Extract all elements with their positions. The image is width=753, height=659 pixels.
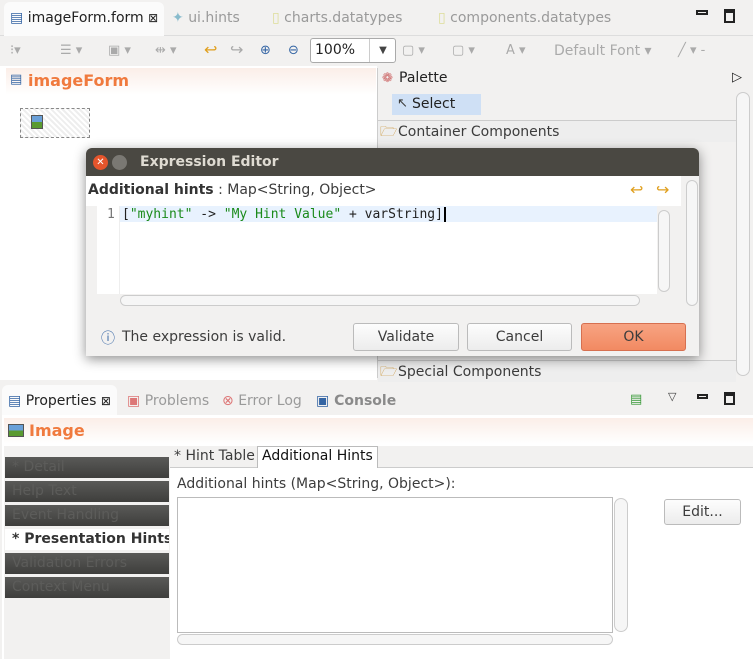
ok-button[interactable]: OK <box>581 323 686 351</box>
section-detail[interactable]: * Detail <box>5 457 169 478</box>
editor-vscroll[interactable] <box>658 210 670 292</box>
line-color-icon[interactable]: ▢ ▾ <box>452 43 475 58</box>
section-context-menu[interactable]: Context Menu <box>5 577 169 598</box>
tab-ui-hints[interactable]: ✦ ui.hints <box>172 6 240 30</box>
line-style-icon[interactable]: ╱ ▾ - <box>678 43 705 58</box>
subtab-additional-hints[interactable]: Additional Hints <box>257 446 378 468</box>
redo-icon[interactable]: ↪ <box>656 180 669 199</box>
edit-button[interactable]: Edit... <box>664 499 741 525</box>
align-icon[interactable]: ⁝▾ <box>10 43 21 58</box>
folder-icon: 🗁 <box>380 364 398 380</box>
form-file-icon: ▤ <box>10 10 24 26</box>
undo-icon[interactable]: ↩ <box>630 180 643 199</box>
image-widget-selected[interactable] <box>20 108 90 138</box>
match-size-icon[interactable]: ☰ ▾ <box>60 43 82 58</box>
problems-icon: ▣ <box>127 393 141 409</box>
cancel-button[interactable]: Cancel <box>467 323 572 351</box>
font-selector[interactable]: Default Font ▾ <box>554 43 652 59</box>
expression-editor[interactable]: 1 ["myhint" -> "My Hint Value" + varStri… <box>97 206 657 294</box>
console-icon: ▣ <box>316 393 330 409</box>
editor-hscroll[interactable] <box>120 295 640 306</box>
file-icon: ▯ <box>272 10 280 26</box>
editor-tab-bar: ▤ imageForm.form ⊠ ✦ ui.hints ▯ charts.d… <box>0 0 753 36</box>
palette-scrollbar[interactable] <box>736 92 750 376</box>
close-icon[interactable]: ⊠ <box>101 394 111 408</box>
drawer-container-components[interactable]: 🗁 Container Components <box>378 120 736 142</box>
pin-icon[interactable]: ▤ <box>630 392 642 407</box>
arrange-icon[interactable]: ▣ ▾ <box>108 43 131 58</box>
drawer-special-components[interactable]: 🗁 Special Components <box>378 360 736 382</box>
tab-properties[interactable]: ▤ Properties ⊠ <box>2 385 117 417</box>
chevron-down-icon[interactable]: ▼ <box>369 39 396 62</box>
minimize-icon[interactable] <box>696 10 708 15</box>
expression-editor-dialog: ✕ Expression Editor Additional hints : M… <box>86 148 699 356</box>
minimize-icon[interactable] <box>697 394 708 399</box>
subtab-hint-table[interactable]: * Hint Table <box>174 448 255 464</box>
tab-console[interactable]: ▣ Console <box>316 389 396 413</box>
pointer-icon: ↖ <box>397 96 408 111</box>
section-presentation-hints[interactable]: * Presentation Hints <box>5 529 169 550</box>
section-event-handling[interactable]: Event Handling <box>5 505 169 526</box>
tab-charts-datatypes[interactable]: ▯ charts.datatypes <box>272 6 402 30</box>
dialog-scrollbar[interactable] <box>686 180 698 306</box>
dialog-header: Additional hints : Map<String, Object> ↩… <box>86 176 681 206</box>
image-icon <box>8 424 24 437</box>
form-icon: ▤ <box>10 72 23 87</box>
zoom-combo[interactable]: 100% ▼ <box>310 38 396 63</box>
tab-error-log[interactable]: ⊗ Error Log <box>222 389 302 413</box>
maximize-icon[interactable] <box>724 9 735 23</box>
palette-icon: ❁ <box>382 71 393 86</box>
view-menu-icon[interactable]: ▽ <box>668 390 676 403</box>
distribute-icon[interactable]: ⇹ ▾ <box>155 43 177 58</box>
properties-header: Image <box>4 418 753 444</box>
tab-imageform[interactable]: ▤ imageForm.form ⊠ <box>4 2 165 36</box>
form-header: ▤ imageForm <box>6 68 376 95</box>
validate-button[interactable]: Validate <box>353 323 459 351</box>
section-validation-errors[interactable]: Validation Errors <box>5 553 169 574</box>
folder-icon: 🗁 <box>380 124 398 140</box>
close-icon[interactable]: ✕ <box>93 155 108 170</box>
additional-hints-textarea[interactable] <box>177 497 613 633</box>
view-tab-bar: ▤ Properties ⊠ ▣ Problems ⊗ Error Log ▣ … <box>0 383 753 417</box>
redo-icon[interactable]: ↪ <box>230 40 243 59</box>
maximize-icon[interactable] <box>112 155 127 170</box>
tab-problems[interactable]: ▣ Problems <box>127 389 209 413</box>
textarea-hscroll[interactable] <box>177 634 613 645</box>
dialog-title-bar: ✕ Expression Editor <box>86 148 699 176</box>
maximize-icon[interactable] <box>724 392 735 405</box>
font-color-icon[interactable]: A ▾ <box>506 43 526 58</box>
collapse-palette-icon[interactable]: ▷ <box>732 70 742 85</box>
textarea-vscroll[interactable] <box>614 498 628 632</box>
properties-icon: ▤ <box>8 393 22 409</box>
section-help-text[interactable]: Help Text <box>5 481 169 502</box>
undo-icon[interactable]: ↩ <box>204 40 217 59</box>
tab-components-datatypes[interactable]: ▯ components.datatypes <box>438 6 611 30</box>
file-icon: ▯ <box>438 10 446 26</box>
code-line: ["myhint" -> "My Hint Value" + varString… <box>122 207 446 222</box>
info-icon: ⓘ <box>101 331 115 347</box>
zoom-in-icon[interactable]: ⊕ <box>260 43 271 58</box>
fill-color-icon[interactable]: ▢ ▾ <box>402 43 425 58</box>
image-icon <box>31 115 43 129</box>
hints-icon: ✦ <box>172 10 184 26</box>
error-log-icon: ⊗ <box>222 393 234 409</box>
close-icon[interactable]: ⊠ <box>148 11 158 25</box>
zoom-out-icon[interactable]: ⊖ <box>288 43 299 58</box>
